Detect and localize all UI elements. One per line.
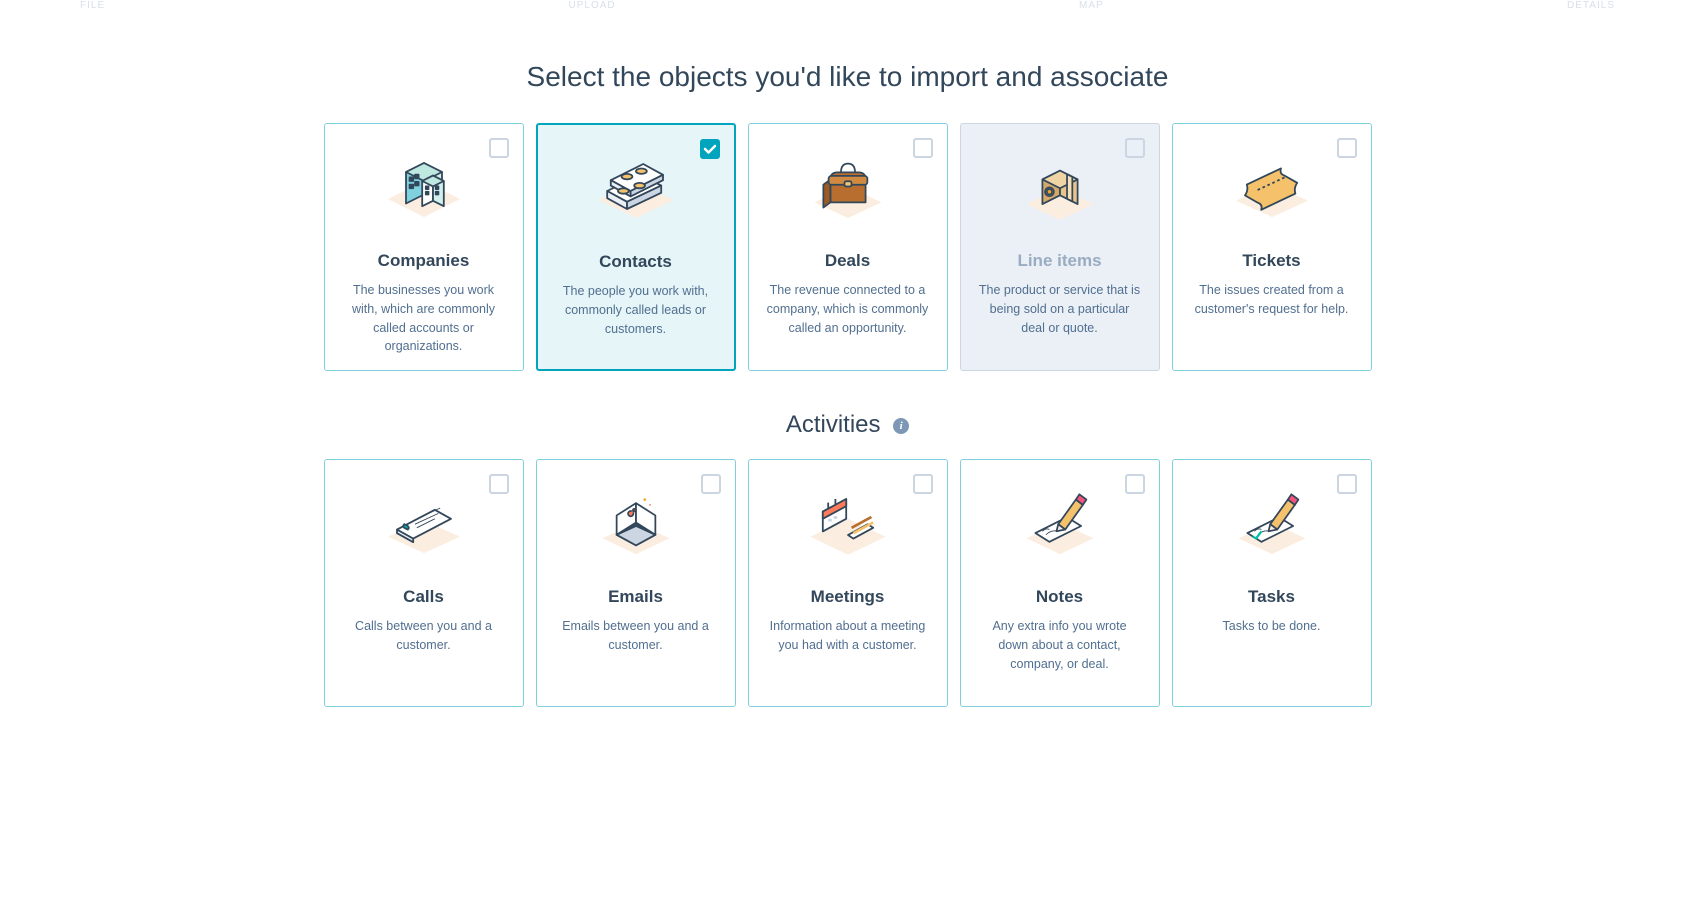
checkbox-emails[interactable]: [701, 474, 721, 494]
checkbox-contacts[interactable]: [700, 139, 720, 159]
card-desc: Tasks to be done.: [1189, 617, 1355, 636]
card-title: Meetings: [765, 587, 931, 607]
card-title: Notes: [977, 587, 1143, 607]
step-details: DETAILS: [1567, 0, 1615, 11]
card-companies[interactable]: Companies The businesses you work with, …: [324, 123, 524, 371]
checkbox-line-items: [1125, 138, 1145, 158]
emails-icon: [586, 478, 686, 573]
card-desc: The people you work with, commonly calle…: [554, 282, 718, 338]
checkbox-notes[interactable]: [1125, 474, 1145, 494]
card-line-items: Line items The product or service that i…: [960, 123, 1160, 371]
line-items-icon: [1010, 142, 1110, 237]
activities-label: Activities: [786, 411, 881, 438]
checkbox-meetings[interactable]: [913, 474, 933, 494]
card-title: Line items: [977, 251, 1143, 271]
deals-icon: [798, 142, 898, 237]
card-title: Tickets: [1189, 251, 1355, 271]
info-icon[interactable]: i: [893, 418, 909, 434]
card-deals[interactable]: Deals The revenue connected to a company…: [748, 123, 948, 371]
checkbox-tickets[interactable]: [1337, 138, 1357, 158]
card-title: Contacts: [554, 252, 718, 272]
wizard-steps: FILE UPLOAD MAP DETAILS: [0, 0, 1695, 11]
tasks-icon: [1222, 478, 1322, 573]
tickets-icon: [1222, 142, 1322, 237]
card-title: Tasks: [1189, 587, 1355, 607]
activities-title: Activities i: [0, 411, 1695, 439]
contacts-icon: [586, 143, 686, 238]
card-calls[interactable]: Calls Calls between you and a customer.: [324, 459, 524, 707]
card-title: Emails: [553, 587, 719, 607]
card-desc: Information about a meeting you had with…: [765, 617, 931, 655]
objects-row: Companies The businesses you work with, …: [0, 123, 1695, 371]
calls-icon: [374, 478, 474, 573]
card-emails[interactable]: Emails Emails between you and a customer…: [536, 459, 736, 707]
card-contacts[interactable]: Contacts The people you work with, commo…: [536, 123, 736, 371]
card-meetings[interactable]: Meetings Information about a meeting you…: [748, 459, 948, 707]
meetings-icon: [798, 478, 898, 573]
checkbox-companies[interactable]: [489, 138, 509, 158]
card-title: Deals: [765, 251, 931, 271]
card-title: Companies: [341, 251, 507, 271]
checkbox-deals[interactable]: [913, 138, 933, 158]
checkbox-tasks[interactable]: [1337, 474, 1357, 494]
card-desc: The revenue connected to a company, whic…: [765, 281, 931, 337]
card-desc: The product or service that is being sol…: [977, 281, 1143, 337]
companies-icon: [374, 142, 474, 237]
card-desc: Any extra info you wrote down about a co…: [977, 617, 1143, 673]
card-desc: The issues created from a customer's req…: [1189, 281, 1355, 319]
card-desc: Calls between you and a customer.: [341, 617, 507, 655]
card-notes[interactable]: Notes Any extra info you wrote down abou…: [960, 459, 1160, 707]
card-desc: The businesses you work with, which are …: [341, 281, 507, 356]
card-tasks[interactable]: Tasks Tasks to be done.: [1172, 459, 1372, 707]
activities-row: Calls Calls between you and a customer.: [0, 459, 1695, 707]
step-map: MAP: [1079, 0, 1104, 11]
card-tickets[interactable]: Tickets The issues created from a custom…: [1172, 123, 1372, 371]
notes-icon: [1010, 478, 1110, 573]
step-upload: UPLOAD: [569, 0, 616, 11]
card-title: Calls: [341, 587, 507, 607]
step-file: FILE: [80, 0, 105, 11]
checkbox-calls[interactable]: [489, 474, 509, 494]
page-title: Select the objects you'd like to import …: [0, 61, 1695, 93]
card-desc: Emails between you and a customer.: [553, 617, 719, 655]
